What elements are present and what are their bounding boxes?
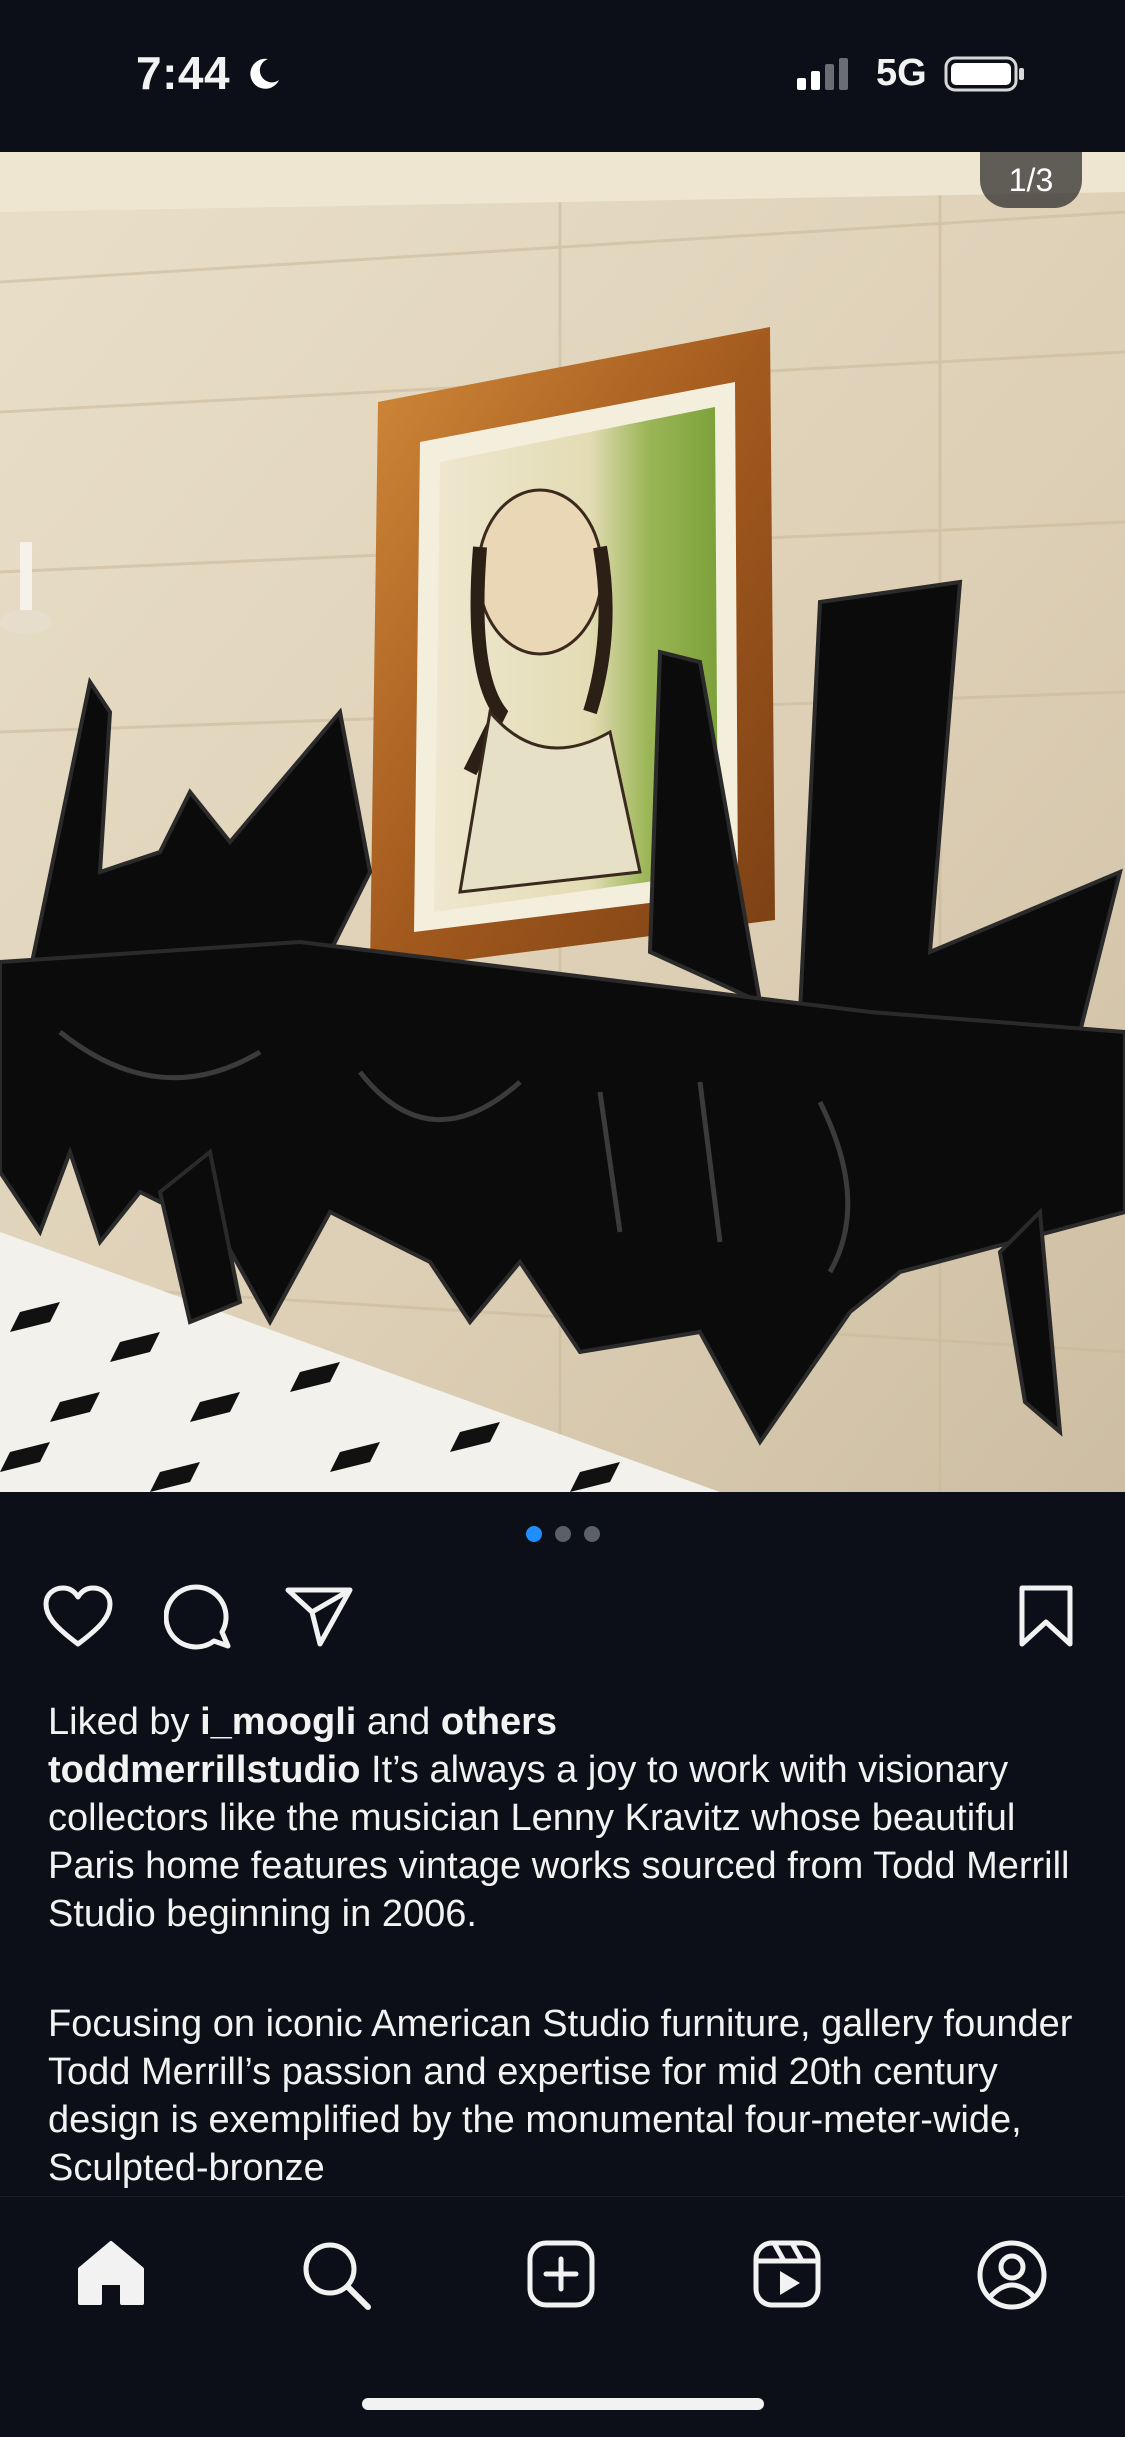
- status-bar: 7:44 5G: [0, 0, 1125, 152]
- home-indicator[interactable]: [362, 2398, 764, 2410]
- bookmark-icon[interactable]: [1018, 1584, 1074, 1648]
- carousel-dot-active: [525, 1526, 542, 1542]
- comment-icon[interactable]: [164, 1584, 232, 1650]
- network-label: 5G: [876, 52, 927, 94]
- likes-others[interactable]: others: [441, 1701, 557, 1743]
- share-icon[interactable]: [284, 1584, 354, 1648]
- search-icon[interactable]: [300, 2239, 372, 2311]
- likes-middle: and: [366, 1701, 431, 1743]
- status-time: 7:44: [136, 47, 231, 99]
- post-image: [0, 152, 1125, 1492]
- heart-icon[interactable]: [42, 1584, 114, 1648]
- home-icon[interactable]: [76, 2239, 146, 2307]
- likes-prefix: Liked by: [48, 1701, 190, 1743]
- author-username[interactable]: toddmerrillstudio: [48, 1749, 360, 1791]
- carousel-dot: [583, 1526, 600, 1542]
- post-caption: Liked by i_moogli and others toddmerrill…: [48, 1698, 1088, 2192]
- post-actions: [0, 1584, 1125, 1654]
- likes-line: Liked by i_moogli and others: [48, 1698, 1088, 1746]
- battery-icon: [944, 56, 1024, 92]
- reels-icon[interactable]: [752, 2239, 822, 2309]
- carousel-dot: [554, 1526, 571, 1542]
- caption-paragraph-2: Focusing on iconic American Studio furni…: [48, 2003, 1073, 2189]
- carousel-counter: 1/3: [980, 152, 1082, 208]
- create-icon[interactable]: [526, 2239, 596, 2309]
- post-photo[interactable]: [0, 152, 1125, 1492]
- liker-username[interactable]: i_moogli: [200, 1701, 356, 1743]
- moon-icon: [250, 58, 279, 89]
- profile-icon[interactable]: [976, 2239, 1048, 2311]
- signal-icon: [797, 58, 848, 90]
- carousel-dots: [0, 1526, 1125, 1542]
- caption-line: toddmerrillstudio It’s always a joy to w…: [48, 1746, 1088, 1938]
